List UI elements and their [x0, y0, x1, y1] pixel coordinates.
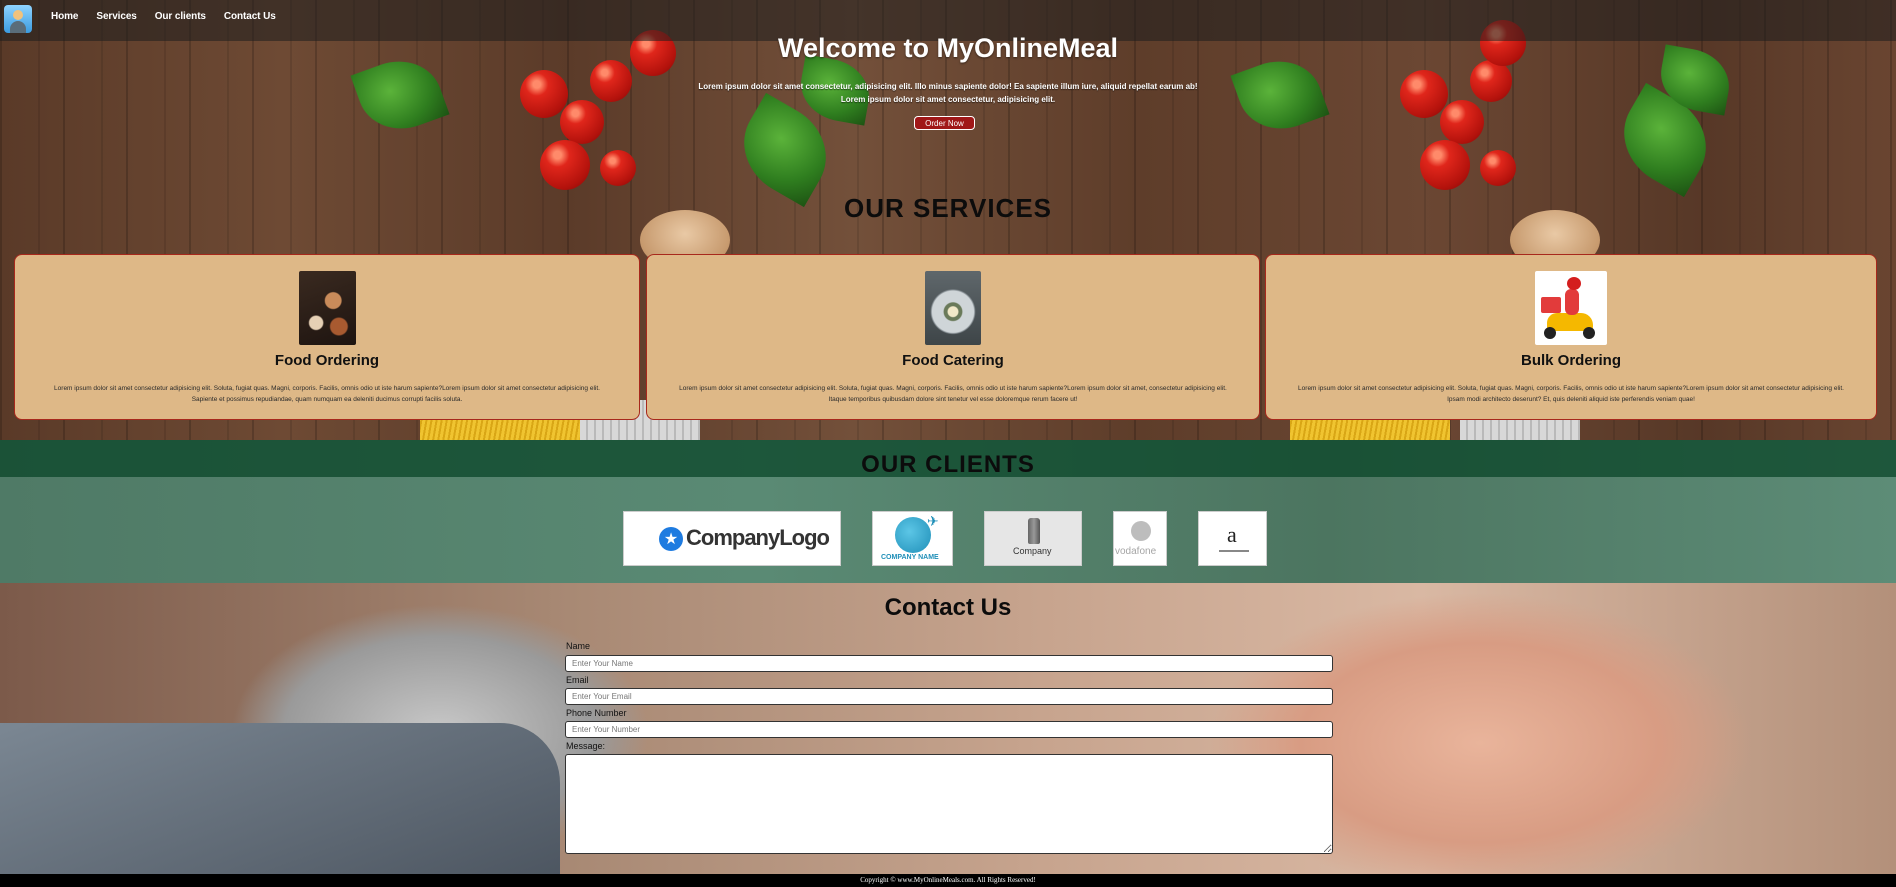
client-logo-companylogo: ★ CompanyLogo: [623, 511, 841, 566]
globe-plane-icon: [895, 517, 931, 553]
star-icon: ★: [659, 527, 683, 551]
food-ordering-image: [299, 271, 356, 345]
tomato-decoration: [1400, 70, 1448, 118]
client-logo-company-name: ✈ COMPANY NAME: [872, 511, 953, 566]
tomato-decoration: [1480, 150, 1516, 186]
client-logo-text: Company: [1013, 546, 1052, 556]
tomato-decoration: [1470, 60, 1512, 102]
tomato-decoration: [590, 60, 632, 102]
contact-heading: Contact Us: [884, 594, 1012, 621]
site-logo-icon[interactable]: [4, 5, 32, 33]
service-title: Bulk Ordering: [1520, 352, 1621, 369]
phone-label: Phone Number: [566, 708, 627, 718]
tomato-decoration: [540, 140, 590, 190]
nav-link-services[interactable]: Services: [96, 11, 136, 22]
tomato-decoration: [600, 150, 636, 186]
hero-text: Lorem ipsum dolor sit amet consectetur, …: [698, 82, 1198, 104]
client-logo-vodafone: vodafone: [1113, 511, 1167, 566]
client-logo-text: a: [1227, 522, 1237, 547]
bottle-icon: [1028, 518, 1040, 544]
hero-title: Welcome to MyOnlineMeal: [777, 33, 1119, 63]
service-card-food-ordering: Food Ordering Lorem ipsum dolor sit amet…: [14, 254, 640, 420]
order-now-button[interactable]: Order Now: [914, 116, 975, 130]
email-label: Email: [566, 675, 589, 685]
tomato-decoration: [560, 100, 604, 144]
message-label: Message:: [566, 741, 606, 751]
footer-copyright: Copyright © www.MyOnlineMeals.com. All R…: [0, 874, 1896, 887]
clients-heading: OUR CLIENTS: [861, 451, 1035, 478]
tomato-decoration: [1440, 100, 1484, 144]
client-logo-text: vodafone: [1115, 546, 1157, 557]
name-label: Name: [566, 641, 591, 651]
delivery-scooter-image: [1535, 271, 1607, 345]
service-title: Food Ordering: [274, 352, 380, 369]
service-title: Food Catering: [902, 352, 1004, 369]
nav-link-our-clients[interactable]: Our clients: [155, 11, 206, 22]
tomato-decoration: [520, 70, 568, 118]
nav-link-home[interactable]: Home: [51, 11, 78, 22]
client-logo-text: CompanyLogo: [686, 525, 830, 550]
contact-background-device: [0, 723, 560, 883]
email-input[interactable]: [565, 688, 1333, 705]
plane-icon: ✈: [927, 514, 939, 530]
service-description: Lorem ipsum dolor sit amet consectetur a…: [679, 385, 1227, 403]
services-heading: OUR SERVICES: [843, 193, 1052, 223]
service-card-food-catering: Food Catering Lorem ipsum dolor sit amet…: [646, 254, 1260, 420]
service-card-bulk-ordering: Bulk Ordering Lorem ipsum dolor sit amet…: [1265, 254, 1877, 420]
nav-links: Home Services Our clients Contact Us: [51, 11, 276, 22]
client-logo-text: COMPANY NAME: [881, 554, 939, 561]
logo-caption-line: [1219, 550, 1249, 552]
nav-link-contact-us[interactable]: Contact Us: [224, 11, 276, 22]
name-input[interactable]: [565, 655, 1333, 672]
tomato-decoration: [1420, 140, 1470, 190]
message-textarea[interactable]: [565, 754, 1333, 854]
service-description: Lorem ipsum dolor sit amet consectetur a…: [54, 385, 600, 403]
client-logo-a: a: [1198, 511, 1267, 566]
phone-input[interactable]: [565, 721, 1333, 738]
service-description: Lorem ipsum dolor sit amet consectetur a…: [1298, 385, 1844, 403]
client-logo-company: Company: [984, 511, 1082, 566]
vodafone-icon: [1131, 521, 1151, 541]
food-catering-image: [925, 271, 981, 345]
